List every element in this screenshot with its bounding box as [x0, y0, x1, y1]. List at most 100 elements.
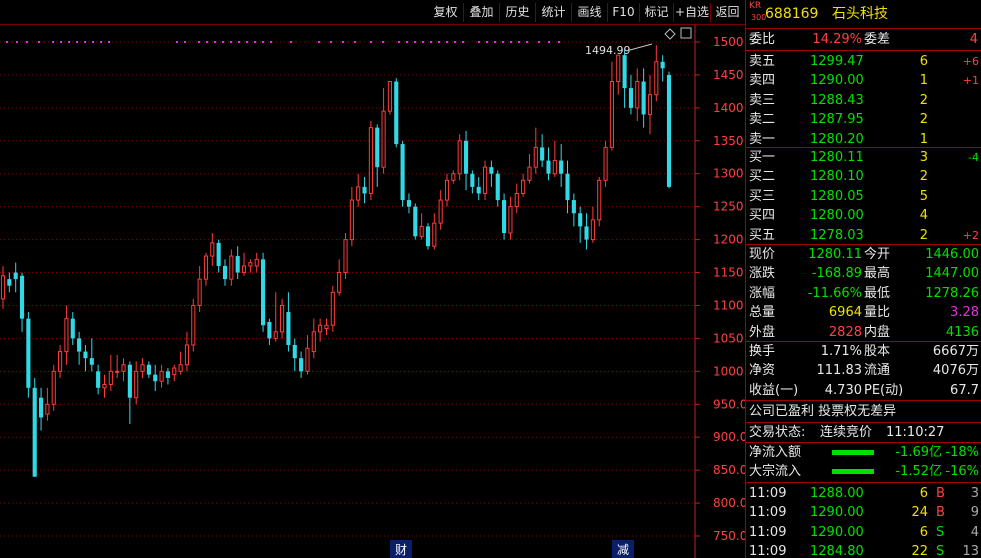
stats-row[interactable]: 净资 111.83 流通 4076万 — [746, 361, 981, 380]
quote-label: 外盘 — [749, 324, 776, 340]
axis-tick-label: 1000 — [713, 364, 744, 378]
ask-level-price: 1290.00 — [810, 73, 864, 89]
event-dot — [198, 41, 200, 43]
quote-row[interactable]: 涨幅 -11.66% 最低 1278.26 — [746, 284, 981, 303]
stats-row[interactable]: 收益(一) 4.730 PE(动) 67.7 — [746, 381, 981, 400]
tick-time: 11:09 — [749, 486, 787, 501]
flow-row[interactable]: 净流入额 -1.69亿 -18% — [746, 443, 981, 462]
fuquan-button[interactable]: 复权 — [428, 3, 464, 22]
ask-level-5[interactable]: 卖一 1280.20 1 — [746, 130, 981, 149]
tick-price: 1288.00 — [810, 486, 864, 501]
ask-level-volume: 2 — [919, 92, 928, 108]
candle-body — [134, 370, 139, 399]
candle-body — [552, 160, 557, 175]
candle-body — [83, 351, 88, 359]
bid-level-2[interactable]: 买二 1280.10 2 — [746, 167, 981, 186]
axis-tick-label: 1450 — [713, 68, 744, 82]
diamond-icon[interactable] — [664, 28, 676, 40]
tick-side: S — [936, 544, 945, 558]
candle-body — [121, 364, 126, 372]
ask-level-price: 1288.43 — [810, 92, 864, 108]
event-dot — [270, 41, 272, 43]
company-note: 公司已盈利 投票权无差异 — [749, 404, 897, 419]
bid-level-1[interactable]: 买一 1280.11 3 -4 — [746, 148, 981, 167]
candle-body — [584, 226, 589, 240]
quote-row[interactable]: 外盘 2828 内盘 4136 — [746, 323, 981, 342]
event-dot — [486, 41, 488, 43]
tick-row[interactable]: 11:09 1284.80 22 S 13 — [746, 542, 981, 558]
candle-body — [616, 54, 621, 83]
candle-body — [222, 265, 228, 280]
quote-row[interactable]: 现价 1280.11 今开 1446.00 — [746, 245, 981, 264]
tick-row[interactable]: 11:09 1288.00 6 B 3 — [746, 484, 981, 503]
bid-level-label: 买二 — [749, 169, 776, 185]
statistics-button[interactable]: 统计 — [536, 3, 572, 22]
candle-body — [229, 255, 234, 280]
overlay-button[interactable]: 叠加 — [464, 3, 500, 22]
ask-level-4[interactable]: 卖二 1287.95 2 — [746, 110, 981, 129]
ask-level-price: 1299.47 — [810, 54, 864, 69]
tick-row[interactable]: 11:09 1290.00 6 S 4 — [746, 523, 981, 542]
event-dot — [422, 41, 424, 43]
candle-body — [45, 403, 50, 415]
event-dot — [438, 41, 440, 43]
quote-label: 涨幅 — [749, 285, 776, 301]
event-dot — [206, 41, 208, 43]
window-icon[interactable] — [680, 27, 692, 39]
candle-body — [127, 364, 132, 398]
candle-body — [7, 279, 12, 286]
bid-level-change: -4 — [968, 151, 979, 164]
event-dot — [558, 41, 560, 43]
event-dot — [518, 41, 520, 43]
ask-level-1[interactable]: 卖五 1299.47 6 +6 — [746, 52, 981, 71]
candle-body — [578, 213, 583, 227]
stats-value: 6667万 — [932, 344, 979, 359]
bid-level-3[interactable]: 买三 1280.05 5 — [746, 187, 981, 206]
axis-tick-label: 850.00 — [713, 463, 745, 477]
bid-level-volume: 5 — [919, 188, 928, 204]
server-time: 11:10:27 — [886, 425, 945, 440]
add-watchlist-button[interactable]: +自选 — [674, 3, 711, 22]
quote-label: 涨跌 — [749, 266, 776, 282]
candle-body — [381, 110, 386, 168]
stats-value: 111.83 — [816, 363, 863, 379]
axis-tick-label: 1150 — [713, 266, 744, 280]
candle-body — [241, 265, 247, 274]
candle-body — [482, 166, 488, 194]
history-button[interactable]: 历史 — [500, 3, 536, 22]
ask-level-2[interactable]: 卖四 1290.00 1 +1 — [746, 71, 981, 90]
event-dot — [526, 41, 528, 43]
kline-chart[interactable]: 1500 1450 1400 1350 1300 1250 1200 1150 1100 1050… — [0, 25, 745, 558]
candle-body — [108, 370, 113, 386]
ask-level-3[interactable]: 卖三 1288.43 2 — [746, 91, 981, 110]
candle-body — [19, 275, 25, 319]
quote-value: 1446.00 — [925, 247, 979, 262]
back-button[interactable]: 返回 — [711, 3, 744, 22]
candle-body — [172, 367, 177, 376]
candle-body — [280, 304, 285, 333]
stats-row[interactable]: 换手 1.71% 股本 6667万 — [746, 342, 981, 361]
event-dot — [446, 41, 448, 43]
stats-label: PE(动) — [864, 382, 904, 398]
candle-body — [324, 324, 329, 330]
draw-line-button[interactable]: 画线 — [572, 3, 608, 22]
event-dot — [84, 41, 86, 43]
stock-header: KR 300 688169 石头科技 — [746, 0, 981, 28]
candle-body — [64, 318, 69, 353]
mark-button[interactable]: 标记 — [640, 3, 674, 22]
candle-body — [299, 358, 304, 372]
event-dot — [538, 41, 540, 43]
flow-bar — [832, 450, 874, 455]
candle-body — [495, 173, 500, 201]
tick-row[interactable]: 11:09 1290.00 24 B 9 — [746, 503, 981, 522]
candle-body — [457, 140, 462, 175]
bid-level-4[interactable]: 买四 1280.00 4 — [746, 206, 981, 225]
candle-body — [26, 318, 31, 388]
candle-body — [254, 258, 259, 267]
flow-row[interactable]: 大宗流入 -1.52亿 -16% — [746, 462, 981, 481]
bid-level-label: 买四 — [749, 208, 776, 224]
quote-row[interactable]: 总量 6964 量比 3.28 — [746, 303, 981, 322]
bid-level-5[interactable]: 买五 1278.03 2 +2 — [746, 226, 981, 245]
f10-button[interactable]: F10 — [608, 3, 640, 22]
quote-row[interactable]: 涨跌 -168.89 最高 1447.00 — [746, 264, 981, 283]
